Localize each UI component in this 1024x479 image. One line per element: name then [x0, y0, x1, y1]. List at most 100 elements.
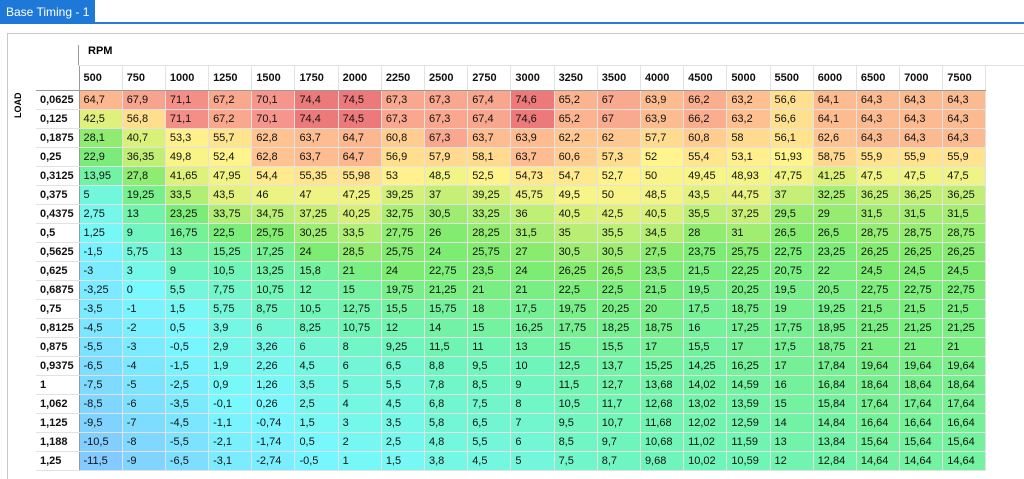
load-row-header[interactable]: 0,8125	[36, 318, 80, 338]
timing-cell[interactable]: 56,6	[770, 90, 814, 110]
timing-cell[interactable]: 25,75	[251, 223, 296, 243]
timing-cell[interactable]: 3	[338, 413, 382, 433]
timing-cell[interactable]: 13,7	[597, 356, 641, 376]
timing-cell[interactable]: 14,84	[813, 413, 857, 433]
timing-cell[interactable]: 10	[510, 356, 555, 376]
timing-cell[interactable]: -5,5	[165, 432, 210, 452]
timing-cell[interactable]: 17,75	[554, 318, 598, 338]
timing-cell[interactable]: 21,25	[424, 280, 469, 300]
load-row-header[interactable]: 0,0625	[36, 90, 80, 110]
timing-cell[interactable]: 7,5	[467, 394, 512, 414]
timing-cell[interactable]: 64,3	[899, 128, 944, 148]
timing-cell[interactable]: 6	[251, 318, 296, 338]
timing-cell[interactable]: 31,5	[510, 223, 555, 243]
load-row-header[interactable]: 1,188	[36, 432, 80, 452]
timing-cell[interactable]: 67,4	[467, 90, 512, 110]
timing-cell[interactable]: 19,25	[122, 185, 166, 205]
rpm-column-header[interactable]: 1500	[251, 66, 296, 91]
timing-cell[interactable]: 11,02	[683, 432, 728, 452]
timing-cell[interactable]: 21,25	[899, 318, 944, 338]
load-row-header[interactable]: 0,875	[36, 337, 80, 357]
timing-cell[interactable]: 64,1	[813, 109, 857, 129]
timing-cell[interactable]: 12,5	[554, 356, 598, 376]
timing-cell[interactable]: -6,5	[165, 451, 210, 471]
timing-cell[interactable]: 17,64	[942, 394, 987, 414]
timing-cell[interactable]: 4,5	[381, 394, 426, 414]
timing-cell[interactable]: 21	[856, 337, 901, 357]
timing-cell[interactable]: 28,5	[338, 242, 382, 262]
timing-cell[interactable]: 9	[122, 223, 166, 243]
timing-cell[interactable]: 71,1	[165, 109, 210, 129]
timing-cell[interactable]: 43,5	[683, 185, 728, 205]
timing-cell[interactable]: 60,6	[554, 147, 598, 167]
timing-cell[interactable]: 21,5	[856, 299, 901, 319]
timing-cell[interactable]: 17,75	[770, 318, 814, 338]
timing-cell[interactable]: 13	[770, 432, 814, 452]
timing-cell[interactable]: 67,4	[467, 109, 512, 129]
timing-cell[interactable]: 5,5	[467, 432, 512, 452]
timing-cell[interactable]: 15	[338, 280, 382, 300]
timing-cell[interactable]: 67	[597, 90, 641, 110]
timing-cell[interactable]: 15,25	[208, 242, 253, 262]
timing-cell[interactable]: 13	[510, 337, 555, 357]
timing-cell[interactable]: 23,75	[683, 242, 728, 262]
timing-cell[interactable]: 22,75	[899, 280, 944, 300]
timing-cell[interactable]: 26,5	[770, 223, 814, 243]
timing-cell[interactable]: 31,5	[899, 204, 944, 224]
timing-cell[interactable]: 30,5	[597, 242, 641, 262]
timing-cell[interactable]: 20	[640, 299, 685, 319]
timing-cell[interactable]: 5	[510, 451, 555, 471]
timing-cell[interactable]: 33,5	[165, 185, 210, 205]
rpm-column-header[interactable]: 2250	[381, 66, 426, 91]
timing-cell[interactable]: 19,64	[856, 356, 901, 376]
timing-cell[interactable]: 17,5	[510, 299, 555, 319]
rpm-column-header[interactable]: 6000	[813, 66, 857, 91]
timing-cell[interactable]: -8,5	[79, 394, 123, 414]
timing-cell[interactable]: 9,68	[640, 451, 685, 471]
timing-cell[interactable]: 52	[640, 147, 685, 167]
load-row-header[interactable]: 0,5	[36, 223, 80, 243]
timing-cell[interactable]: -7	[122, 413, 166, 433]
load-row-header[interactable]: 0,125	[36, 109, 80, 129]
timing-cell[interactable]: 67,2	[208, 90, 253, 110]
timing-cell[interactable]: 5	[79, 185, 123, 205]
timing-cell[interactable]: 26,5	[813, 223, 857, 243]
load-row-header[interactable]: 0,9375	[36, 356, 80, 376]
timing-cell[interactable]: 4,8	[424, 432, 469, 452]
rpm-column-header[interactable]: 2000	[338, 66, 382, 91]
timing-cell[interactable]: 21,5	[640, 280, 685, 300]
timing-cell[interactable]: 8,5	[554, 432, 598, 452]
timing-cell[interactable]: 32,25	[813, 185, 857, 205]
timing-cell[interactable]: 33,75	[208, 204, 253, 224]
timing-cell[interactable]: 24	[294, 242, 339, 262]
timing-cell[interactable]: 28,75	[856, 223, 901, 243]
timing-cell[interactable]: 64,7	[338, 147, 382, 167]
timing-cell[interactable]: 37,25	[726, 204, 771, 224]
timing-cell[interactable]: 28,75	[899, 223, 944, 243]
timing-cell[interactable]: 19	[770, 299, 814, 319]
load-row-header[interactable]: 1	[36, 375, 80, 395]
timing-cell[interactable]: 47	[294, 185, 339, 205]
timing-cell[interactable]: 44,75	[726, 185, 771, 205]
timing-cell[interactable]: 21,25	[856, 318, 901, 338]
timing-cell[interactable]: -8	[122, 432, 166, 452]
rpm-column-header[interactable]: 4000	[640, 66, 685, 91]
timing-cell[interactable]: 22	[813, 261, 857, 281]
timing-cell[interactable]: 60,8	[683, 128, 728, 148]
timing-cell[interactable]: 24,5	[856, 261, 901, 281]
timing-cell[interactable]: 12	[381, 318, 426, 338]
timing-cell[interactable]: 16,64	[942, 413, 987, 433]
timing-cell[interactable]: 43,5	[208, 185, 253, 205]
timing-cell[interactable]: 55,9	[942, 147, 987, 167]
timing-cell[interactable]: -5,5	[79, 337, 123, 357]
timing-cell[interactable]: 10,02	[683, 451, 728, 471]
timing-cell[interactable]: 24,5	[942, 261, 987, 281]
timing-cell[interactable]: 45,75	[510, 185, 555, 205]
timing-cell[interactable]: -1,74	[251, 432, 296, 452]
timing-cell[interactable]: 8,7	[597, 451, 641, 471]
timing-cell[interactable]: 36	[510, 204, 555, 224]
timing-cell[interactable]: 11,7	[597, 394, 641, 414]
timing-cell[interactable]: -0,5	[165, 337, 210, 357]
timing-cell[interactable]: 14,64	[856, 451, 901, 471]
timing-cell[interactable]: -1,5	[165, 356, 210, 376]
